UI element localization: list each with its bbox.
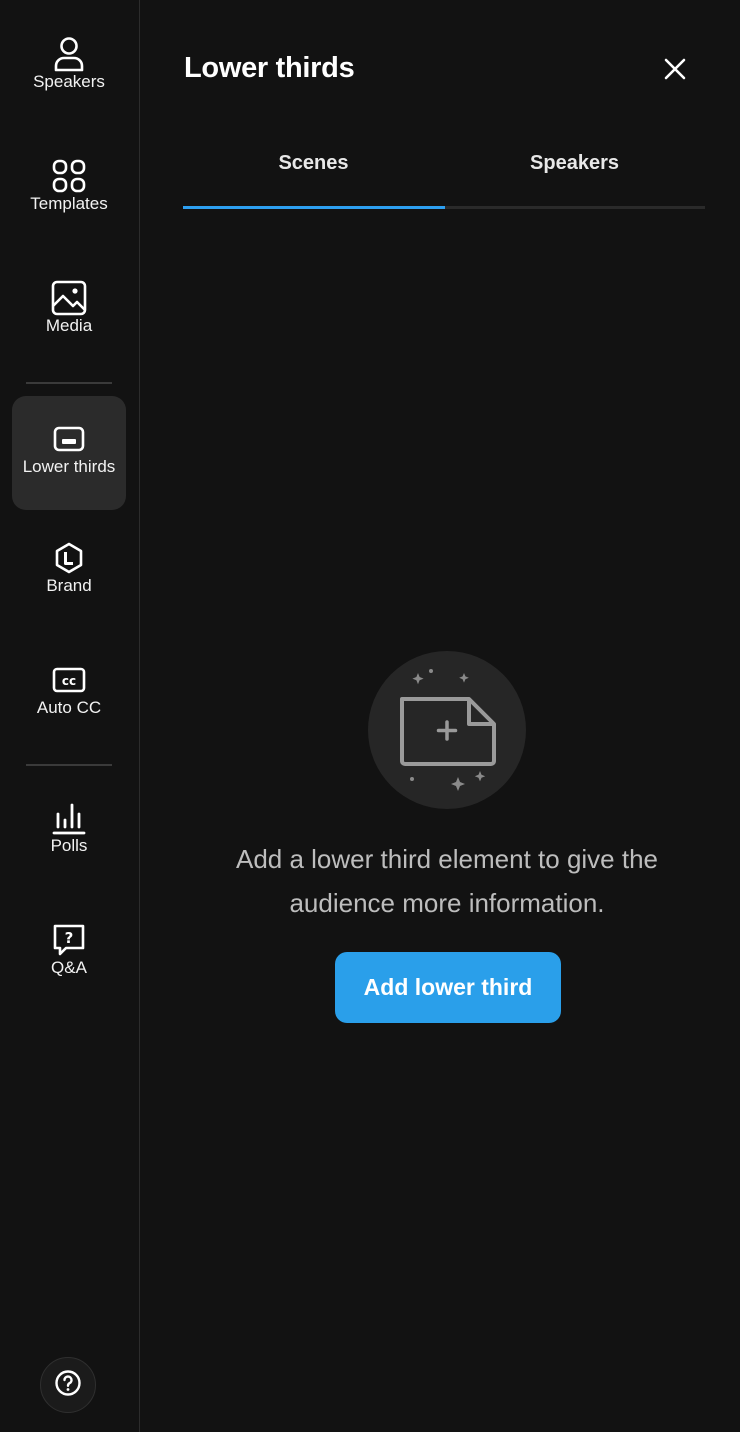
- sidebar-item-label: Polls: [50, 836, 88, 855]
- poll-chart-icon: [51, 800, 87, 836]
- sidebar-item-brand[interactable]: Brand: [12, 532, 126, 646]
- tab-label: Scenes: [278, 152, 349, 174]
- active-tab-indicator: [183, 206, 445, 209]
- grid-icon: [51, 158, 87, 194]
- sidebar-item-label: Auto CC: [36, 698, 102, 717]
- sidebar-item-media[interactable]: Media: [12, 272, 126, 386]
- sidebar-divider: [26, 382, 112, 384]
- empty-state-message: Add a lower third element to give the au…: [235, 844, 659, 918]
- person-icon: [51, 36, 87, 72]
- close-icon: [663, 57, 687, 86]
- tab-scenes[interactable]: Scenes: [183, 140, 444, 208]
- add-file-sparkle-icon: [368, 669, 526, 813]
- panel-title: Lower thirds: [184, 52, 355, 84]
- brand-icon: [51, 540, 87, 576]
- add-lower-third-button[interactable]: Add lower third: [335, 952, 561, 1023]
- image-icon: [51, 280, 87, 316]
- sidebar-item-auto-cc[interactable]: cc Auto CC: [12, 654, 126, 768]
- svg-text:cc: cc: [62, 674, 76, 688]
- sidebar-item-label: Brand: [46, 576, 92, 595]
- sidebar-item-label: Speakers: [33, 72, 105, 91]
- help-button[interactable]: [40, 1357, 96, 1413]
- sidebar-divider: [26, 764, 112, 766]
- sidebar-item-label: Lower thirds: [22, 457, 116, 476]
- sidebar-item-speakers[interactable]: Speakers: [12, 28, 126, 142]
- sidebar-item-templates[interactable]: Templates: [12, 150, 126, 264]
- sidebar-item-lower-thirds[interactable]: Lower thirds: [12, 396, 126, 510]
- tab-label: Speakers: [530, 152, 619, 174]
- sidebar-item-label: Q&A: [51, 958, 87, 977]
- lower-thirds-icon: [51, 421, 87, 457]
- tab-speakers[interactable]: Speakers: [444, 140, 705, 208]
- sidebar-item-qa[interactable]: ? Q&A: [12, 914, 126, 1028]
- empty-state-illustration: [368, 651, 526, 809]
- cc-icon: cc: [51, 662, 87, 698]
- close-button[interactable]: [658, 54, 692, 88]
- qa-icon: ?: [51, 922, 87, 958]
- sidebar-item-label: Media: [45, 316, 93, 335]
- svg-text:?: ?: [65, 929, 74, 947]
- sidebar-item-polls[interactable]: Polls: [12, 792, 126, 906]
- sidebar: Speakers Templates Media Lower thirds Br…: [0, 0, 140, 1432]
- help-icon: [54, 1369, 82, 1402]
- sidebar-item-label: Templates: [30, 194, 108, 213]
